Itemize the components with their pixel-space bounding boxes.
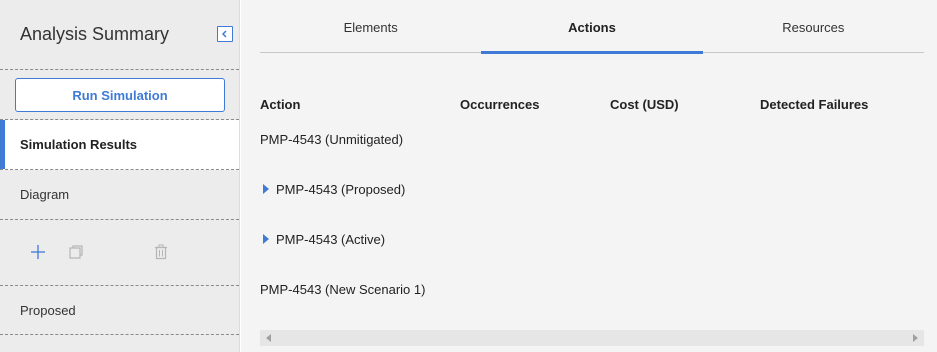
collapse-sidebar-button[interactable] — [217, 26, 233, 42]
sidebar-item-proposed[interactable]: Proposed — [0, 286, 239, 335]
tab-elements[interactable]: Elements — [260, 0, 481, 52]
column-header-detected-failures[interactable]: Detected Failures — [760, 97, 868, 112]
horizontal-scrollbar[interactable] — [260, 330, 924, 346]
sidebar-header: Analysis Summary — [0, 0, 239, 70]
action-cell: PMP-4543 (Proposed) — [276, 182, 406, 197]
run-simulation-button[interactable]: Run Simulation — [15, 78, 225, 112]
table-row[interactable]: PMP-4543 (Active) — [241, 232, 937, 252]
table-row[interactable]: PMP-4543 (New Scenario 1) — [241, 282, 937, 302]
tab-actions[interactable]: Actions — [481, 0, 703, 54]
sidebar-item-label: Proposed — [20, 302, 76, 318]
sidebar-title: Analysis Summary — [20, 24, 170, 44]
tab-bar: Elements Actions Resources — [260, 0, 924, 54]
scroll-left-icon[interactable] — [266, 334, 271, 342]
run-area: Run Simulation — [0, 70, 239, 120]
table-row[interactable]: PMP-4543 (Unmitigated) — [241, 132, 937, 152]
column-header-occurrences[interactable]: Occurrences — [460, 97, 540, 112]
tab-resources[interactable]: Resources — [703, 0, 924, 52]
action-cell: PMP-4543 (New Scenario 1) — [260, 282, 426, 297]
column-header-cost[interactable]: Cost (USD) — [610, 97, 679, 112]
sidebar: Analysis Summary Run Simulation Simulati… — [0, 0, 240, 352]
expand-caret-icon[interactable] — [263, 234, 269, 244]
add-icon[interactable] — [30, 244, 46, 260]
sidebar-item-label: Diagram — [20, 187, 70, 202]
table-header: Action Occurrences Cost (USD) Detected F… — [241, 97, 937, 113]
expand-caret-icon[interactable] — [263, 184, 269, 194]
action-cell: PMP-4543 (Unmitigated) — [260, 132, 404, 147]
chevron-left-icon — [221, 30, 227, 38]
main-panel: Elements Actions Resources Action Occurr… — [241, 0, 937, 352]
tab-label: Resources — [782, 20, 845, 35]
table-row[interactable]: PMP-4543 (Proposed) — [241, 182, 937, 202]
scroll-right-icon[interactable] — [913, 334, 918, 342]
action-cell: PMP-4543 (Active) — [276, 232, 386, 247]
column-header-action[interactable]: Action — [260, 97, 300, 112]
tab-label: Actions — [568, 20, 616, 35]
delete-icon[interactable] — [153, 244, 169, 260]
copy-icon[interactable] — [68, 244, 84, 260]
sidebar-item-simulation-results[interactable]: Simulation Results — [0, 120, 239, 170]
scenario-toolbar — [0, 220, 239, 286]
tab-label: Elements — [343, 20, 398, 35]
sidebar-item-diagram[interactable]: Diagram — [0, 170, 239, 220]
sidebar-item-label: Simulation Results — [20, 137, 138, 152]
